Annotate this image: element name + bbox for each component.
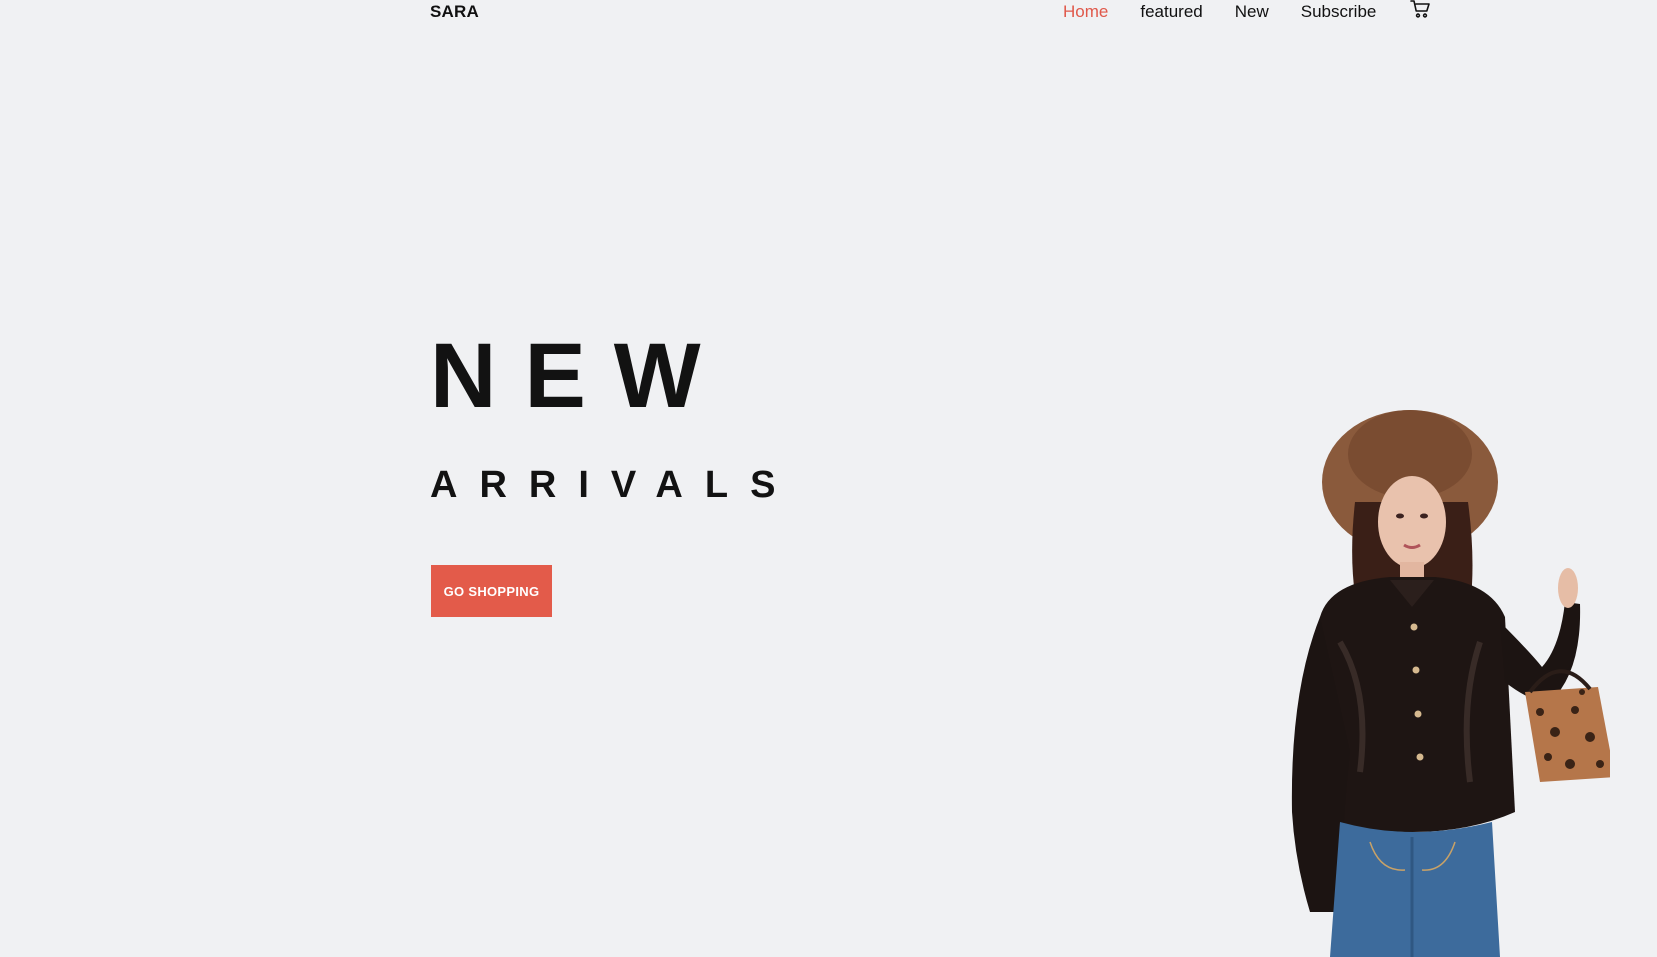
brand-logo[interactable]: SARA bbox=[430, 2, 479, 22]
nav-featured[interactable]: featured bbox=[1140, 2, 1202, 22]
main-nav: Home featured New Subscribe bbox=[1063, 0, 1432, 22]
nav-home[interactable]: Home bbox=[1063, 2, 1108, 22]
hero-title-arrivals: ARRIVALS bbox=[430, 464, 798, 506]
cart-icon[interactable] bbox=[1410, 0, 1432, 19]
hero-model-image bbox=[1291, 410, 1610, 957]
nav-new[interactable]: New bbox=[1235, 2, 1269, 22]
go-shopping-button[interactable]: GO SHOPPING bbox=[431, 565, 552, 617]
hero-title-new: NEW bbox=[430, 325, 729, 427]
nav-subscribe[interactable]: Subscribe bbox=[1301, 2, 1377, 22]
